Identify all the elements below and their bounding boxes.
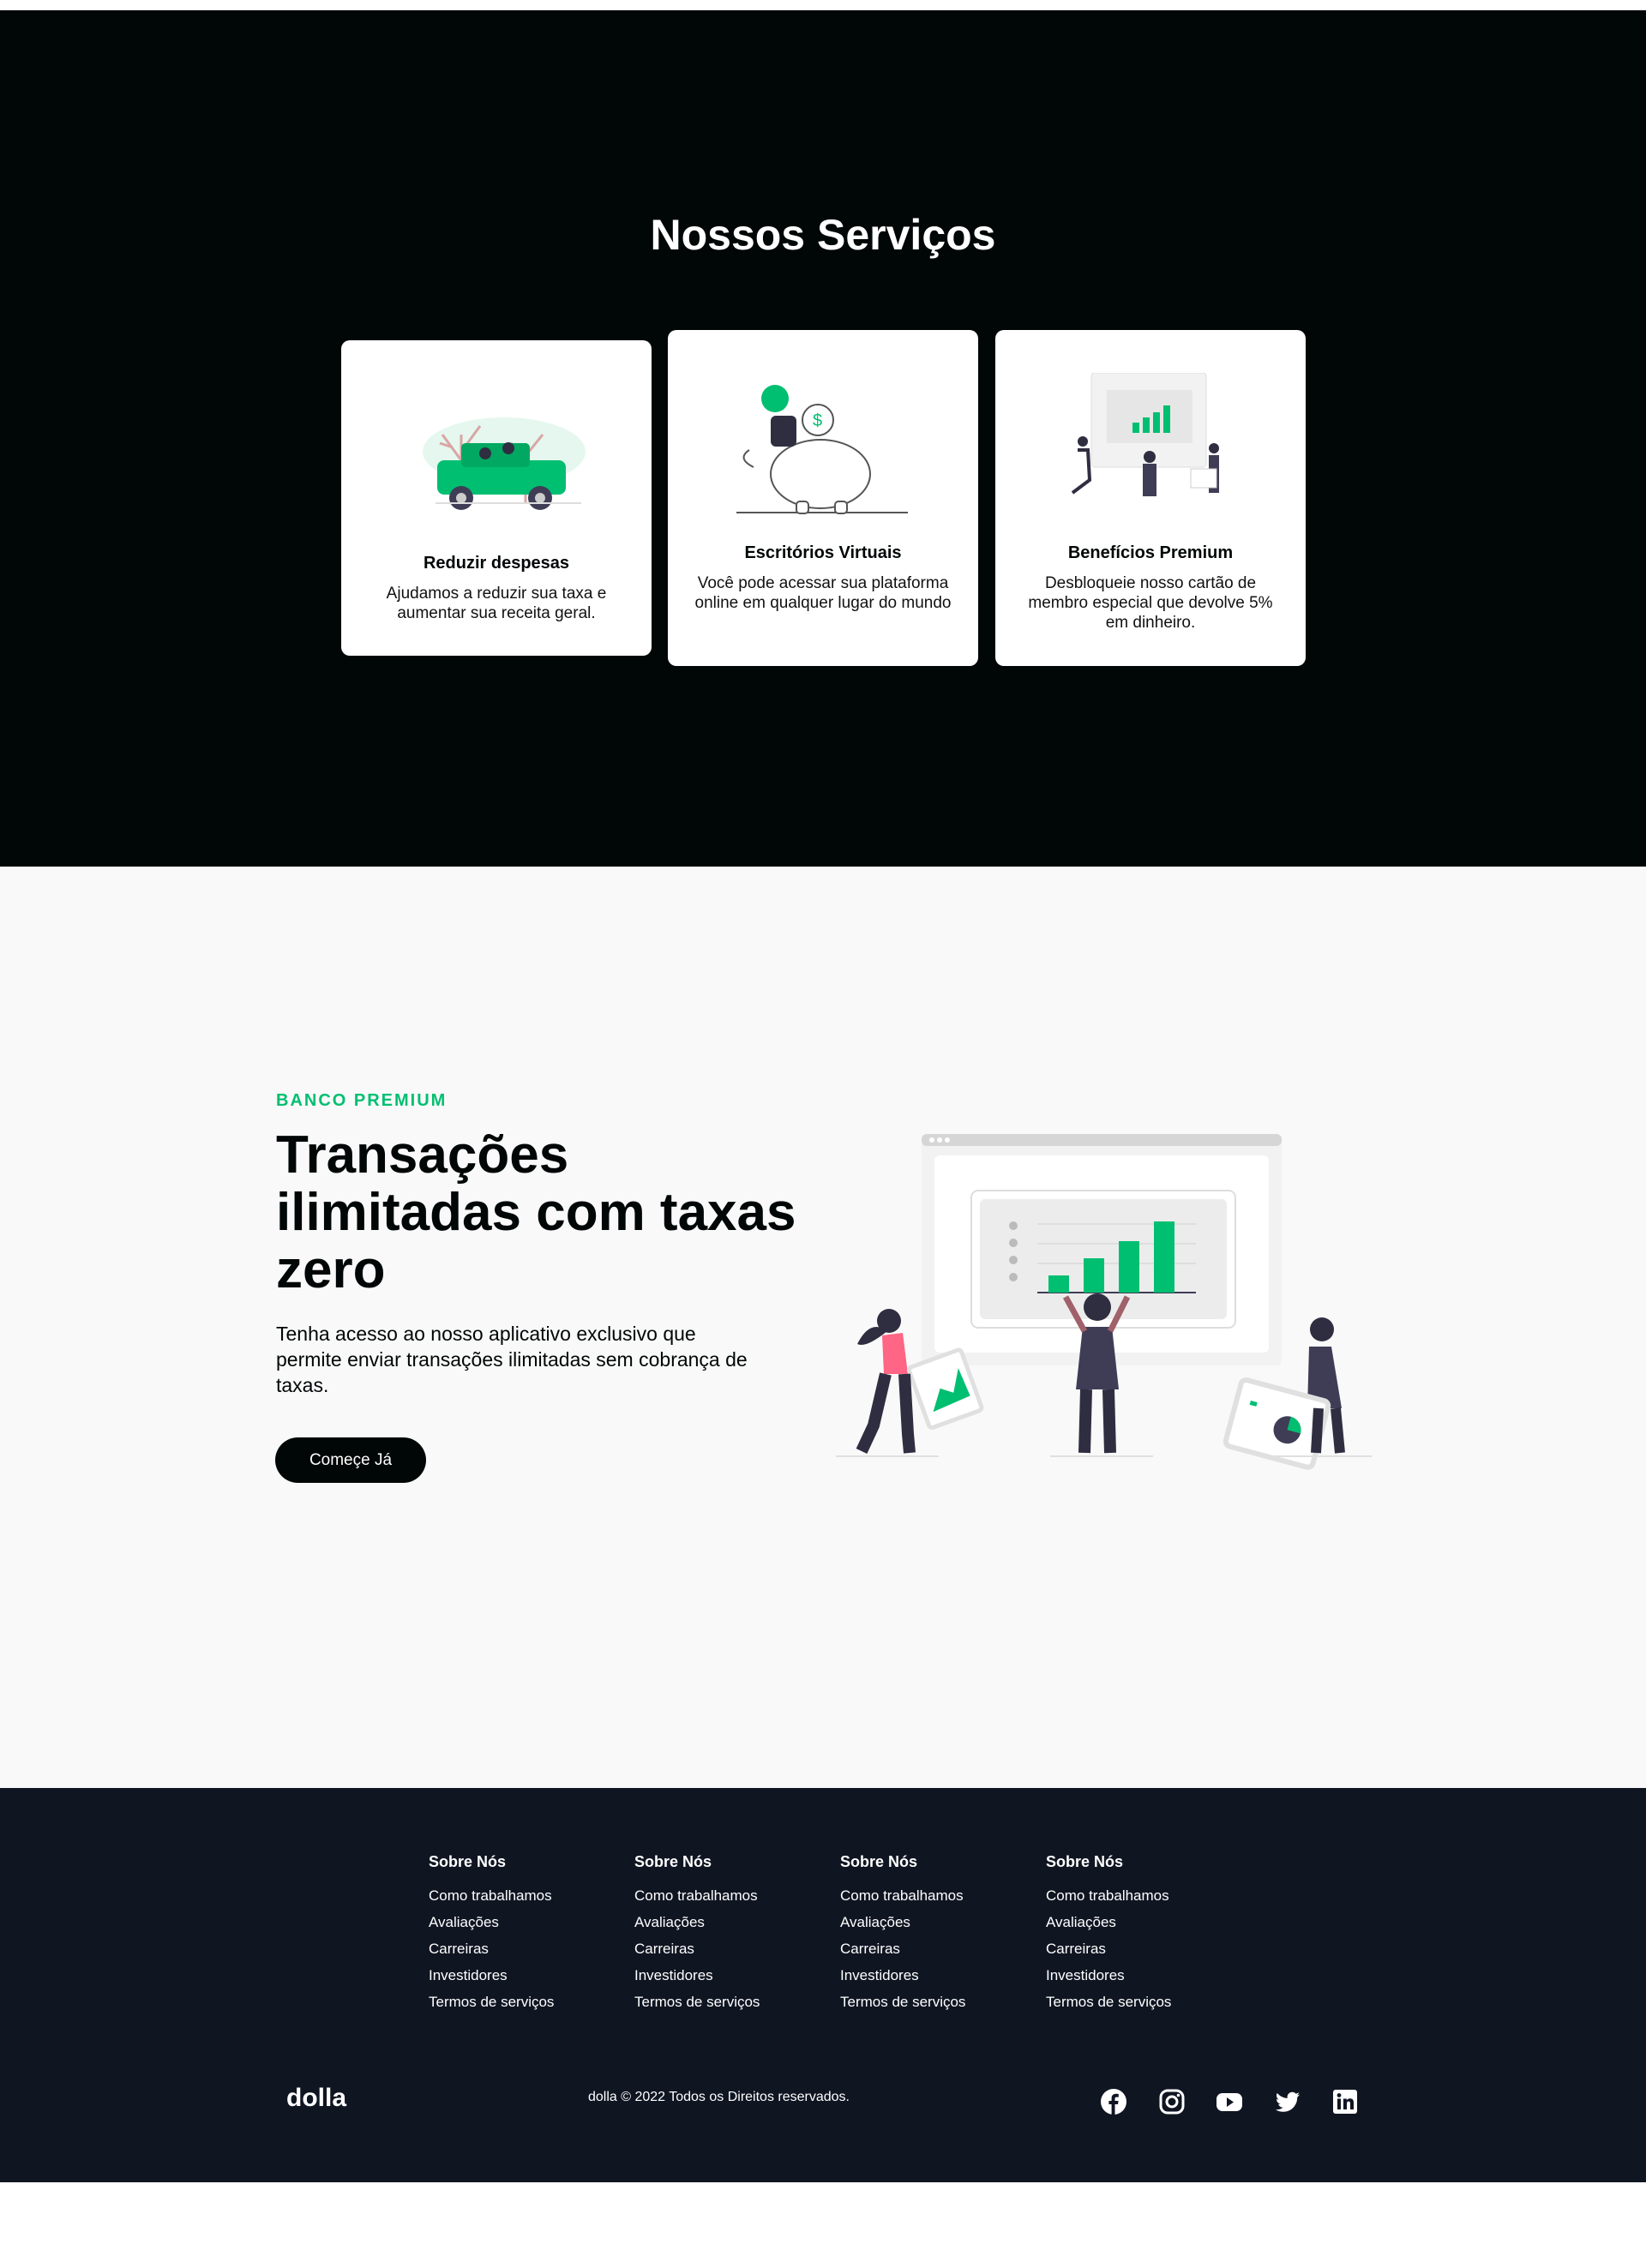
footer-column-title: Sobre Nós xyxy=(429,1853,507,1870)
footer-link-careers[interactable]: Carreiras xyxy=(634,1941,823,1957)
footer-column: Sobre Nós Como trabalhamos Avaliações Ca… xyxy=(840,1853,1029,2021)
footer-link-reviews[interactable]: Avaliações xyxy=(840,1915,1029,1930)
instagram-icon[interactable] xyxy=(1158,2088,1186,2115)
copyright-text: dolla © 2022 Todos os Direitos reservado… xyxy=(588,2090,850,2104)
services-title: Nossos Serviços xyxy=(650,211,996,259)
card-title: Escritórios Virtuais xyxy=(744,543,902,562)
info-section: BANCO PREMIUM Transações ilimitadas com … xyxy=(0,867,1646,1788)
footer-link-terms[interactable]: Termos de serviços xyxy=(1046,1995,1234,2010)
service-card-reduce-expenses: Reduzir despesas Ajudamos a reduzir sua … xyxy=(341,340,652,656)
footer-link-investors[interactable]: Investidores xyxy=(634,1968,823,1983)
card-description: Você pode acessar sua plataforma online … xyxy=(694,574,952,612)
linkedin-icon[interactable] xyxy=(1331,2088,1359,2115)
footer-column: Sobre Nós Como trabalhamos Avaliações Ca… xyxy=(429,1853,617,2021)
footer-column-title: Sobre Nós xyxy=(1046,1853,1124,1870)
footer-link-investors[interactable]: Investidores xyxy=(429,1968,617,1983)
footer-column-title: Sobre Nós xyxy=(840,1853,918,1870)
footer-link-terms[interactable]: Termos de serviços xyxy=(634,1995,823,2010)
data-report-illustration xyxy=(836,1134,1372,1470)
card-description: Ajudamos a reduzir sua taxa e aumentar s… xyxy=(386,585,607,622)
footer-column: Sobre Nós Como trabalhamos Avaliações Ca… xyxy=(1046,1853,1234,2021)
footer-link-how-we-work[interactable]: Como trabalhamos xyxy=(429,1888,617,1904)
headline: Transações ilimitadas com taxas zero xyxy=(276,1125,796,1299)
footer-column: Sobre Nós Como trabalhamos Avaliações Ca… xyxy=(634,1853,823,2021)
subtitle: Tenha acesso ao nosso aplicativo exclusi… xyxy=(276,1323,748,1396)
footer-link-terms[interactable]: Termos de serviços xyxy=(840,1995,1029,2010)
footer-link-careers[interactable]: Carreiras xyxy=(429,1941,617,1957)
car-expenses-illustration xyxy=(423,417,586,510)
get-started-button[interactable]: Começe Já xyxy=(275,1437,426,1483)
footer-link-reviews[interactable]: Avaliações xyxy=(634,1915,823,1930)
youtube-icon[interactable] xyxy=(1216,2088,1243,2115)
footer-link-investors[interactable]: Investidores xyxy=(1046,1968,1234,1983)
svg-text:$: $ xyxy=(813,411,822,430)
footer-link-reviews[interactable]: Avaliações xyxy=(1046,1915,1234,1930)
card-title: Reduzir despesas xyxy=(423,554,570,573)
card-description: Desbloqueie nosso cartão de membro espec… xyxy=(1028,574,1273,632)
services-section: Nossos Serviços Reduzir despesas Ajudamo… xyxy=(0,10,1646,867)
card-title: Benefícios Premium xyxy=(1067,543,1234,562)
footer-link-how-we-work[interactable]: Como trabalhamos xyxy=(1046,1888,1234,1904)
footer-link-terms[interactable]: Termos de serviços xyxy=(429,1995,617,2010)
footer-link-investors[interactable]: Investidores xyxy=(840,1968,1029,1983)
twitter-icon[interactable] xyxy=(1274,2088,1301,2115)
footer: Sobre Nós Como trabalhamos Avaliações Ca… xyxy=(0,1788,1646,2182)
footer-link-how-we-work[interactable]: Como trabalhamos xyxy=(634,1888,823,1904)
footer-link-how-we-work[interactable]: Como trabalhamos xyxy=(840,1888,1029,1904)
piggy-bank-illustration: $ xyxy=(736,385,908,514)
service-card-virtual-offices: $ Escritórios Virtuais Você pode acessar… xyxy=(668,330,978,666)
footer-link-reviews[interactable]: Avaliações xyxy=(429,1915,617,1930)
service-card-premium-benefits: Benefícios Premium Desbloqueie nosso car… xyxy=(995,330,1306,666)
footer-logo[interactable]: dolla xyxy=(286,2084,346,2113)
facebook-icon[interactable] xyxy=(1100,2088,1127,2115)
footer-link-careers[interactable]: Carreiras xyxy=(840,1941,1029,1957)
footer-column-title: Sobre Nós xyxy=(634,1853,712,1870)
chart-team-illustration xyxy=(1071,373,1219,496)
topline: BANCO PREMIUM xyxy=(276,1091,448,1110)
footer-link-careers[interactable]: Carreiras xyxy=(1046,1941,1234,1957)
